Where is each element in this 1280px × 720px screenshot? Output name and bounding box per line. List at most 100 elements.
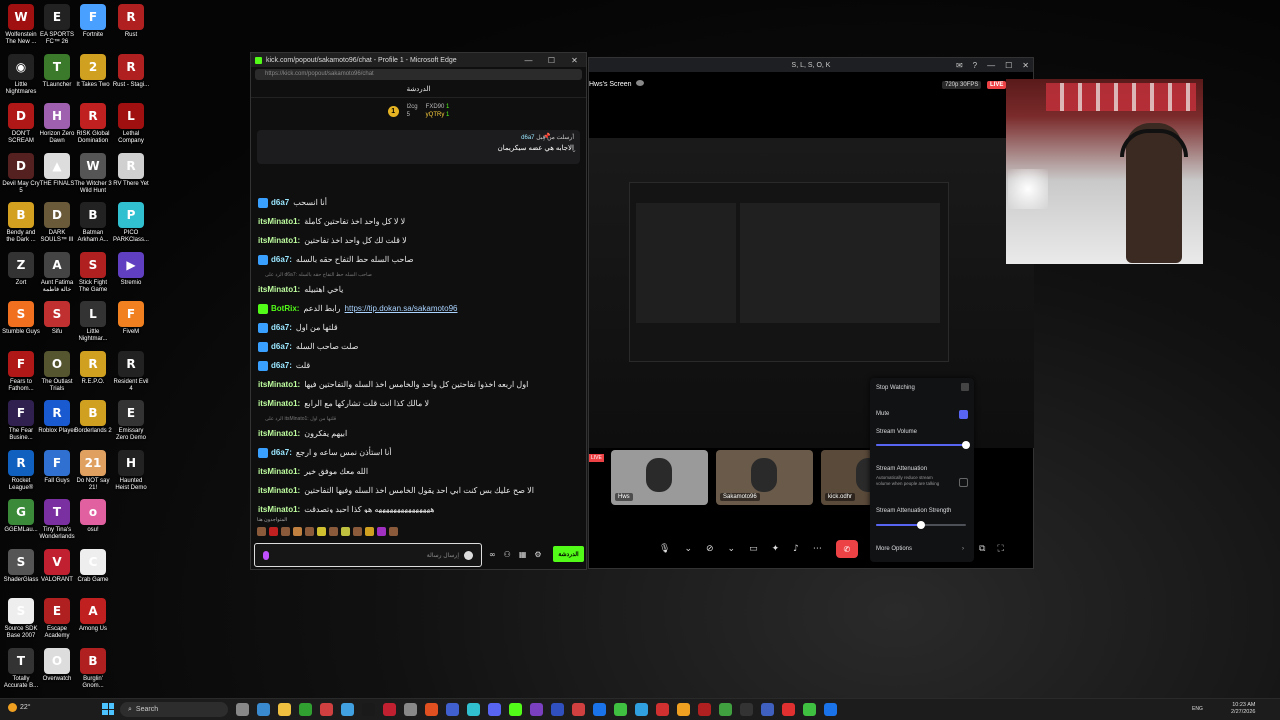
microphone-icon[interactable]: 🎙 xyxy=(659,544,670,554)
taskbar-app-icon[interactable] xyxy=(677,703,690,716)
taskbar-app-icon[interactable] xyxy=(299,703,312,716)
camera-off-icon[interactable]: ⊘ xyxy=(706,544,714,554)
disconnect-button[interactable]: ✆ xyxy=(835,540,858,558)
desktop-icon[interactable]: B Burglin' Gnom... xyxy=(74,647,112,690)
pinned-user[interactable]: d6a7 xyxy=(521,135,534,141)
chat-username[interactable]: itsMinato1: xyxy=(258,285,300,294)
emoji-icon[interactable] xyxy=(464,551,473,560)
desktop-icon[interactable]: B Batman Arkham A... xyxy=(74,202,112,244)
chat-username[interactable]: d6a7: xyxy=(271,342,292,351)
desktop-icon[interactable]: F Fortnite xyxy=(74,4,112,39)
taskbar-app-icon[interactable] xyxy=(572,703,585,716)
avatar[interactable] xyxy=(257,527,266,536)
chat-username[interactable]: itsMinato1: xyxy=(258,505,300,513)
chat-message[interactable]: d6a7: أنا استأذن نمس ساعه و ارجع xyxy=(251,443,586,462)
taskbar-app-icon[interactable] xyxy=(404,703,417,716)
desktop-icon[interactable]: S ShaderGlass xyxy=(2,548,40,584)
attenuation-strength-slider[interactable] xyxy=(876,521,966,529)
taskbar-app-icon[interactable] xyxy=(551,703,564,716)
desktop-icon[interactable]: R RV There Yet xyxy=(112,152,150,188)
desktop-icon[interactable]: D Devil May Cry 5 xyxy=(2,152,40,195)
desktop-icon[interactable]: F Fears to Fathom... xyxy=(2,350,40,393)
leaderboard-second-name[interactable]: yQTRy xyxy=(426,112,445,118)
desktop-icon[interactable]: F The Fear Busine... xyxy=(2,400,40,442)
clock[interactable]: 10:23 AM 2/27/2026 xyxy=(1231,702,1255,716)
chat-message[interactable]: itsMinato1: الله معك موفق خير xyxy=(251,462,586,481)
desktop-icon[interactable]: A Aunt Fatima خالة فاطمة xyxy=(38,251,76,294)
participant-tile[interactable]: Sakamoto96 xyxy=(716,450,813,505)
desktop-icon[interactable]: R Rust - Stagi... xyxy=(112,53,150,89)
settings-gear-icon[interactable]: ⚙ xyxy=(534,550,541,559)
desktop-icon[interactable]: T Tiny Tina's Wonderlands xyxy=(38,499,76,541)
minimize-button[interactable]: — xyxy=(517,56,540,65)
desktop-icon[interactable]: D DON'T SCREAM xyxy=(2,103,40,145)
desktop-icon[interactable]: F Fall Guys xyxy=(38,449,76,485)
avatar[interactable] xyxy=(281,527,290,536)
desktop-icon[interactable]: A Among Us xyxy=(74,598,112,633)
avatar[interactable] xyxy=(317,527,326,536)
desktop-icon[interactable]: o osu! xyxy=(74,499,112,534)
chat-username[interactable]: itsMinato1: xyxy=(258,429,300,438)
taskbar-app-icon[interactable] xyxy=(719,703,732,716)
leaderboard-top-name[interactable]: FXD90 xyxy=(426,104,445,110)
chevron-down-icon[interactable]: ⌄ xyxy=(571,146,577,154)
desktop-icon[interactable]: S Sifu xyxy=(38,301,76,336)
soundboard-icon[interactable]: ♪ xyxy=(793,544,799,554)
send-chat-button[interactable]: الدردشة xyxy=(553,546,584,562)
stop-icon[interactable] xyxy=(961,383,969,391)
desktop-icon[interactable]: ▲ THE FINALS xyxy=(38,152,76,188)
chat-link[interactable]: https://tip.dokan.sa/sakamoto96 xyxy=(345,304,458,313)
avatar[interactable] xyxy=(389,527,398,536)
chat-input[interactable]: إرسال رسالة xyxy=(254,543,482,567)
avatar[interactable] xyxy=(269,527,278,536)
taskbar-app-icon[interactable] xyxy=(530,703,543,716)
taskbar-app-icon[interactable] xyxy=(362,703,375,716)
microphone-icon[interactable] xyxy=(263,551,269,560)
taskbar-app-icon[interactable] xyxy=(425,703,438,716)
weather-widget[interactable]: 22° xyxy=(8,703,31,712)
taskbar-app-icon[interactable] xyxy=(320,703,333,716)
taskbar-app-icon[interactable] xyxy=(236,703,249,716)
attenuation-strength-knob[interactable] xyxy=(917,521,925,529)
desktop-icon[interactable]: R Resident Evil 4 xyxy=(112,350,150,393)
address-bar[interactable]: https://kick.com/popout/sakamoto96/chat xyxy=(255,69,582,80)
infinity-icon[interactable]: ∞ xyxy=(489,550,496,559)
chat-message[interactable]: itsMinato1: اول اربعه اخذوا تفاحتين كل وا… xyxy=(251,375,586,394)
edge-titlebar[interactable]: kick.com/popout/sakamoto96/chat - Profil… xyxy=(251,53,586,67)
more-options-item[interactable]: More Options xyxy=(876,546,912,552)
taskbar-app-icon[interactable] xyxy=(488,703,501,716)
desktop-icon[interactable]: R Rust xyxy=(112,4,150,39)
notification-icon[interactable]: ✉ xyxy=(956,61,963,70)
desktop-icon[interactable]: W Wolfenstein The New ... xyxy=(2,4,40,46)
taskbar-app-icon[interactable] xyxy=(614,703,627,716)
desktop-icon[interactable]: D DARK SOULS™ III xyxy=(38,202,76,244)
chat-message[interactable]: itsMinato1: لا قلت لك كل واحد اخذ تفاحتين xyxy=(251,231,586,250)
desktop-icon[interactable]: S Source SDK Base 2007 xyxy=(2,598,40,640)
chat-username[interactable]: itsMinato1: xyxy=(258,236,300,245)
avatar[interactable] xyxy=(293,527,302,536)
taskbar-app-icon[interactable] xyxy=(740,703,753,716)
desktop-icon[interactable]: H Haunted Heist Demo xyxy=(112,449,150,492)
more-icon[interactable]: ⋯ xyxy=(813,544,822,554)
chat-username[interactable]: itsMinato1: xyxy=(258,467,300,476)
desktop-icon[interactable]: O Overwatch xyxy=(38,647,76,683)
popout-icon[interactable]: ⧉ xyxy=(979,544,985,554)
desktop-icon[interactable]: P PICO PARKClass... xyxy=(112,202,150,244)
chat-message[interactable]: itsMinato1: الا صح عليك بس كنت ابي احد يق… xyxy=(251,481,586,500)
taskbar-app-icon[interactable] xyxy=(824,703,837,716)
chat-message[interactable]: itsMinato1: لا مالك كذا انت قلت تشاركها م… xyxy=(251,394,586,413)
activities-icon[interactable]: ✦ xyxy=(772,544,780,554)
chat-username[interactable]: d6a7: xyxy=(271,323,292,332)
chat-message[interactable]: itsMinato1: ابيهم يفكرون xyxy=(251,424,586,443)
chat-message[interactable]: itsMinato1: لا لا كل واحد اخذ تفاحتين كام… xyxy=(251,212,586,231)
desktop-icon[interactable]: 2 It Takes Two xyxy=(74,53,112,89)
desktop-icon[interactable]: ▶ Stremio xyxy=(112,251,150,287)
leaderboard-left-name[interactable]: l2cg xyxy=(407,104,418,110)
people-icon[interactable]: ⚇ xyxy=(504,550,511,559)
chat-username[interactable]: d6a7: xyxy=(271,448,292,457)
chat-message[interactable]: d6a7 أنا انسحب xyxy=(251,193,586,212)
taskbar-app-icon[interactable] xyxy=(698,703,711,716)
close-button[interactable]: ✕ xyxy=(563,56,586,65)
maximize-button[interactable]: ☐ xyxy=(540,56,563,65)
desktop-icon[interactable]: G GGEMLau... xyxy=(2,499,40,534)
